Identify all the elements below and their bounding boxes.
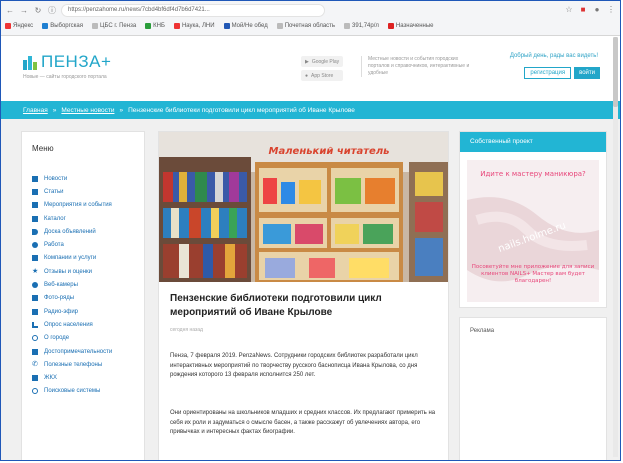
- library-shelves-image: Маленький читатель: [159, 132, 448, 282]
- article-icon: [32, 188, 38, 195]
- logo-mark-icon: [23, 56, 37, 70]
- sidebar-item-catalog[interactable]: Каталог: [32, 212, 140, 225]
- breadcrumb-section[interactable]: Местные новости: [61, 107, 114, 114]
- breadcrumb-separator: »: [119, 106, 124, 114]
- article-paragraph-2: Они ориентированы на школьников младших …: [170, 410, 436, 435]
- sidebar-item-housing[interactable]: ЖКХ: [32, 371, 140, 384]
- sidebar-item-news[interactable]: Новости: [32, 172, 140, 185]
- login-button[interactable]: войти: [574, 67, 600, 79]
- sidebar-item-phones[interactable]: ✆ Полезные телефоны: [32, 358, 140, 371]
- bookmark-item[interactable]: Выборгская: [42, 23, 83, 29]
- menu-list: Новости Статьи Мероприятия и события Кат…: [32, 172, 140, 398]
- ads-title: Реклама: [470, 328, 495, 334]
- breadcrumb-separator: »: [52, 106, 57, 114]
- project-widget-title: Собственный проект: [460, 132, 606, 152]
- briefcase-icon: [32, 242, 38, 249]
- logo-subtitle: Новые — сайты городского портала: [23, 74, 107, 80]
- greeting-text: Добрый день, рады вас видеть!: [509, 53, 598, 59]
- svg-text:Идите к мастеру маникюра?: Идите к мастеру маникюра?: [480, 170, 586, 178]
- site-header: ПЕНЗА+ Новые — сайты городского портала …: [1, 36, 620, 98]
- sidebar-item-ads-board[interactable]: Доска объявлений: [32, 225, 140, 238]
- news-icon: [32, 175, 38, 182]
- article-paragraph-1: Пенза, 7 февраля 2019. PenzaNews. Сотруд…: [170, 353, 418, 378]
- breadcrumb: Главная » Местные новости » Пензенские б…: [1, 101, 620, 119]
- bookmark-item[interactable]: 391,74р/л: [344, 23, 379, 29]
- promo-bottom-text: Посоветуйте мне приложение для записи кл…: [471, 264, 595, 284]
- sidebar-item-articles[interactable]: Статьи: [32, 185, 140, 198]
- nails-promo-banner[interactable]: Идите к мастеру маникюра? nails.holme.ru…: [467, 160, 599, 302]
- sidebar-item-search[interactable]: Поисковые системы: [32, 385, 140, 398]
- back-icon[interactable]: ←: [5, 6, 15, 15]
- article-card: Маленький читатель Пензенские библиотеки…: [158, 131, 449, 460]
- webcam-icon: [32, 282, 38, 289]
- app-store-button[interactable]: ● App Store: [301, 70, 344, 81]
- sidebar-item-jobs[interactable]: Работа: [32, 238, 140, 251]
- sidebar-item-radio[interactable]: Радио-эфир: [32, 305, 140, 318]
- article-photo[interactable]: Маленький читатель: [159, 132, 448, 282]
- catalog-icon: [32, 215, 38, 222]
- bookmark-star-icon[interactable]: ☆: [564, 5, 574, 15]
- page-scrollbar[interactable]: [613, 37, 618, 457]
- bookmark-item[interactable]: КНБ: [145, 23, 165, 29]
- sidebar-item-landmarks[interactable]: Достопримечательности: [32, 345, 140, 358]
- sidebar-item-city[interactable]: О городе: [32, 332, 140, 345]
- forward-icon[interactable]: →: [19, 6, 29, 15]
- article-title: Пензенские библиотеки подготовили цикл м…: [170, 293, 382, 318]
- profile-icon[interactable]: ●: [592, 5, 602, 15]
- svg-text:Маленький читатель: Маленький читатель: [269, 146, 390, 157]
- bookmark-item[interactable]: Яндекс: [5, 23, 33, 29]
- browser-chrome: ← → ↻ ⓘ https://penzahome.ru/news/7cbd4b…: [1, 1, 620, 36]
- sidebar-item-webcams[interactable]: Веб-камеры: [32, 278, 140, 291]
- promo-image: Идите к мастеру маникюра? nails.holme.ru…: [467, 160, 599, 302]
- bookmarks-bar: Яндекс Выборгская ЦБС г. Пенза КНБ Наука…: [5, 19, 616, 33]
- sidebar-item-poll[interactable]: Опрос населения: [32, 318, 140, 331]
- project-widget: Собственный проект Идите к мастеру маник…: [459, 131, 607, 308]
- ads-widget: Реклама: [459, 317, 607, 460]
- app-links: ▶ Google Play ● App Store: [301, 56, 344, 84]
- sidebar-menu: Меню Новости Статьи Мероприятия и событи…: [21, 131, 145, 460]
- megaphone-icon: [32, 228, 38, 235]
- star-icon: ★: [32, 267, 39, 275]
- photo-icon: [32, 295, 38, 302]
- house-icon: [32, 375, 38, 382]
- apple-icon: ●: [305, 72, 309, 79]
- bookmark-item[interactable]: Мой/Не обед: [223, 23, 268, 29]
- bookmark-item[interactable]: Почетная область: [276, 23, 335, 29]
- google-play-button[interactable]: ▶ Google Play: [301, 56, 344, 67]
- menu-dots-icon[interactable]: ⋮: [606, 5, 616, 15]
- info-icon: [32, 335, 38, 342]
- sidebar-item-companies[interactable]: Компании и услуги: [32, 252, 140, 265]
- logo-text: ПЕНЗА+: [41, 52, 112, 71]
- address-bar[interactable]: https://penzahome.ru/news/7cbd4bf6df4d7b…: [61, 3, 325, 17]
- landmark-icon: [32, 348, 38, 355]
- bookmark-item[interactable]: ЦБС г. Пенза: [92, 23, 136, 29]
- auth-buttons: регистрация войти: [524, 67, 600, 79]
- radio-icon: [32, 308, 38, 315]
- register-button[interactable]: регистрация: [524, 67, 572, 79]
- phone-icon: ✆: [32, 360, 38, 368]
- browser-window: ← → ↻ ⓘ https://penzahome.ru/news/7cbd4b…: [0, 0, 621, 461]
- play-icon: ▶: [305, 58, 309, 65]
- article-meta: сегодня назад: [170, 327, 203, 333]
- extension-icon[interactable]: ■: [578, 5, 588, 15]
- breadcrumb-current: Пензенские библиотеки подготовили цикл м…: [128, 106, 355, 114]
- header-note: Местные новости и события городских порт…: [361, 56, 480, 77]
- menu-title: Меню: [32, 144, 54, 153]
- reload-icon[interactable]: ↻: [33, 6, 43, 15]
- clock-icon: [32, 388, 38, 395]
- building-icon: [32, 255, 38, 262]
- address-row: ← → ↻ ⓘ https://penzahome.ru/news/7cbd4b…: [5, 3, 616, 17]
- bookmark-item[interactable]: Наука, ЛНИ: [173, 23, 215, 29]
- sidebar-item-photos[interactable]: Фото-ряды: [32, 292, 140, 305]
- info-icon[interactable]: ⓘ: [47, 5, 57, 16]
- bookmark-item[interactable]: Назначенные: [387, 23, 434, 29]
- calendar-icon: [32, 202, 38, 209]
- scrollbar-thumb[interactable]: [613, 37, 618, 107]
- sidebar-item-events[interactable]: Мероприятия и события: [32, 199, 140, 212]
- sidebar-item-reviews[interactable]: ★ Отзывы и оценки: [32, 265, 140, 278]
- breadcrumb-home[interactable]: Главная: [23, 107, 48, 114]
- chart-icon: [32, 321, 38, 328]
